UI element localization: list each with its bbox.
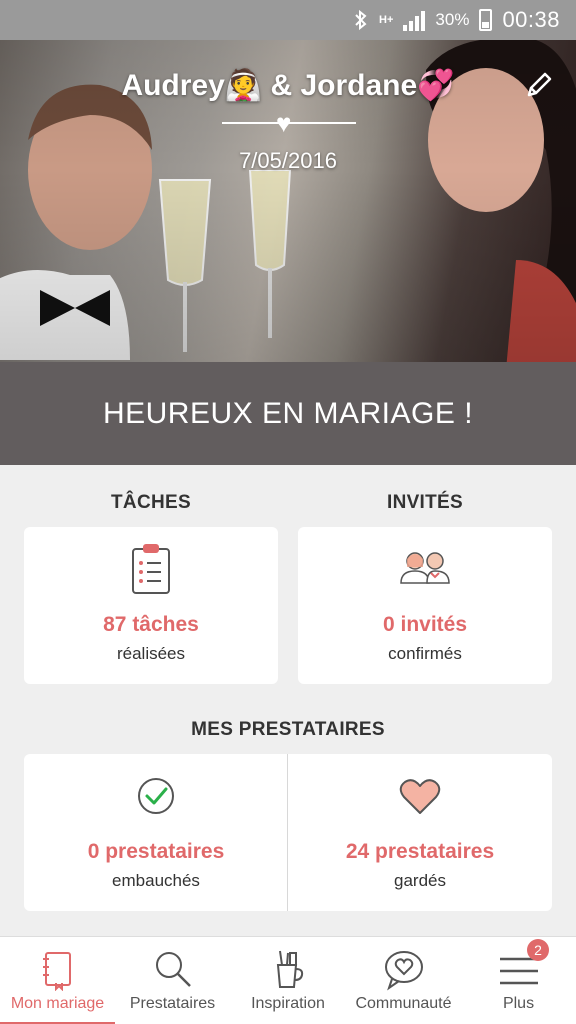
hired-count: 0 prestataires — [87, 840, 225, 863]
hired-sub: embauchés — [112, 871, 200, 890]
tasks-card[interactable]: 87 tâches réalisées — [24, 527, 278, 684]
wedding-date: 7/05/2016 — [239, 148, 337, 173]
status-bar: H+ 30% 00:38 — [0, 0, 576, 40]
chat-heart-icon — [384, 951, 423, 991]
guests-sub: confirmés — [388, 644, 462, 663]
couple-photo[interactable]: Audrey👰 & Jordane💞 ♥ 7/05/2016 — [0, 40, 576, 362]
notebook-icon — [42, 952, 71, 991]
vendors-card: 0 prestataires embauchés 24 prestataires… — [24, 754, 552, 911]
saved-sub: gardés — [394, 871, 446, 890]
notification-badge: 2 — [527, 939, 549, 961]
guests-card[interactable]: 0 invités confirmés — [298, 527, 552, 684]
network-type: H+ — [379, 14, 394, 26]
battery-percent: 30% — [435, 10, 470, 29]
tasks-heading: TÂCHES — [111, 492, 191, 513]
guests-heading: INVITÉS — [386, 492, 463, 513]
couple-names: Audrey👰 & Jordane💞 — [121, 69, 455, 102]
signal-icon — [403, 9, 426, 31]
bluetooth-icon — [353, 8, 369, 32]
nav-mon-mariage[interactable]: Mon mariage — [0, 937, 115, 1024]
clock: 00:38 — [502, 7, 560, 32]
battery-icon — [479, 9, 493, 31]
guests-count: 0 invités — [382, 613, 468, 636]
banner-text: HEUREUX EN MARIAGE ! — [102, 396, 474, 430]
heart-icon: ♥ — [276, 108, 292, 138]
vendors-heading: MES PRESTATAIRES — [191, 719, 385, 740]
nav-label: Inspiration — [251, 995, 325, 1012]
hired-vendors[interactable]: 0 prestataires embauchés — [24, 754, 288, 911]
nav-label: Prestataires — [129, 995, 216, 1012]
tasks-sub: réalisées — [116, 644, 186, 663]
status-banner: HEUREUX EN MARIAGE ! — [0, 362, 576, 465]
pencil-icon[interactable] — [524, 70, 554, 100]
nav-label: Plus — [502, 995, 535, 1012]
nav-prestataires[interactable]: Prestataires — [115, 937, 230, 1024]
cup-icon — [276, 950, 304, 988]
bottom-nav: Mon mariage Prestataires Inspiration Com… — [0, 936, 576, 1024]
saved-vendors[interactable]: 24 prestataires gardés — [288, 754, 552, 911]
nav-communaute[interactable]: Communauté — [346, 937, 461, 1024]
nav-inspiration[interactable]: Inspiration — [230, 937, 346, 1024]
clipboard-icon — [132, 544, 170, 594]
nav-label: Communauté — [355, 995, 452, 1012]
search-icon — [155, 952, 191, 987]
nav-plus[interactable]: 2 Plus — [461, 937, 576, 1024]
saved-count: 24 prestataires — [345, 840, 495, 863]
guests-icon — [400, 552, 450, 584]
nav-label: Mon mariage — [10, 995, 105, 1012]
tasks-count: 87 tâches — [103, 613, 199, 636]
checkmark-icon — [138, 778, 174, 814]
heart-icon — [399, 779, 441, 814]
